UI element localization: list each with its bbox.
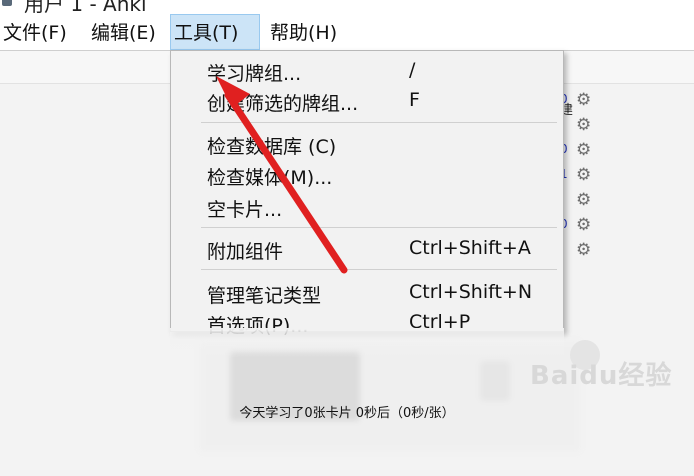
menu-item-create-filtered-deck[interactable]: 创建筛选的牌组... F [171,87,563,115]
menu-separator [201,269,557,270]
menu-fade-overlay [170,328,564,358]
menu-item-label: 检查媒体(M)... [207,167,333,189]
deck-row: ⚙ [560,190,600,215]
menu-item-label: 附加组件 [207,241,284,263]
menu-bar: 文件(F) 编辑(E) 工具(T) 帮助(H) [0,14,694,50]
menu-item-check-database[interactable]: 检查数据库 (C) [171,130,563,158]
deck-row: 0 ⚙ [560,140,600,165]
watermark-text: Baidu经验 [530,361,673,391]
menu-item-label: 学习牌组... [207,63,302,85]
menu-item-shortcut: / [409,59,416,81]
gear-icon[interactable]: ⚙ [576,190,591,210]
menu-item-label: 空卡片... [207,199,283,221]
deck-list-partial: 0 ⚙ ⚙ 0 ⚙ 1 ⚙ ⚙ 0 ⚙ ⚙ [560,90,600,280]
menu-item-label: 管理笔记类型 [207,285,322,307]
menu-item-manage-note-types[interactable]: 管理笔记类型 Ctrl+Shift+N [171,279,563,307]
gear-icon[interactable]: ⚙ [576,215,591,235]
deck-row: 0 ⚙ [560,90,600,115]
tools-dropdown-menu: 学习牌组... / 创建筛选的牌组... F 检查数据库 (C) 检查媒体(M)… [170,50,564,337]
window-title: 用户 1 - Anki [24,0,147,14]
menu-file[interactable]: 文件(F) [0,14,70,50]
menu-tools[interactable]: 工具(T) [170,14,260,50]
deck-row: ⚙ [560,240,600,265]
deck-row: ⚙ [560,115,600,140]
study-status-text: 今天学习了0张卡片 0秒后（0秒/张） [239,406,455,421]
gear-icon[interactable]: ⚙ [576,115,591,135]
menu-item-shortcut: F [409,89,420,111]
menu-item-label: 创建筛选的牌组... [207,93,359,115]
menu-item-label: 检查数据库 (C) [207,136,337,158]
menu-separator [201,227,557,228]
anki-app-icon [2,0,12,6]
menu-item-shortcut: Ctrl+Shift+N [409,281,533,303]
menu-separator [201,122,557,123]
title-bar: 用户 1 - Anki [0,0,694,14]
gear-icon[interactable]: ⚙ [576,90,591,110]
deck-row: 0 ⚙ [560,215,600,240]
menu-item-check-media[interactable]: 检查媒体(M)... [171,161,563,189]
deck-row: 1 ⚙ [560,165,600,190]
menu-item-study-deck[interactable]: 学习牌组... / [171,57,563,85]
gear-icon[interactable]: ⚙ [576,140,591,160]
gear-icon[interactable]: ⚙ [576,165,591,185]
gear-icon[interactable]: ⚙ [576,240,591,260]
menu-item-addons[interactable]: 附加组件 Ctrl+Shift+A [171,235,563,263]
menu-edit[interactable]: 编辑(E) [88,14,159,50]
menu-item-shortcut: Ctrl+Shift+A [409,237,531,259]
menu-item-empty-cards[interactable]: 空卡片... [171,193,563,221]
menu-help[interactable]: 帮助(H) [267,14,340,50]
